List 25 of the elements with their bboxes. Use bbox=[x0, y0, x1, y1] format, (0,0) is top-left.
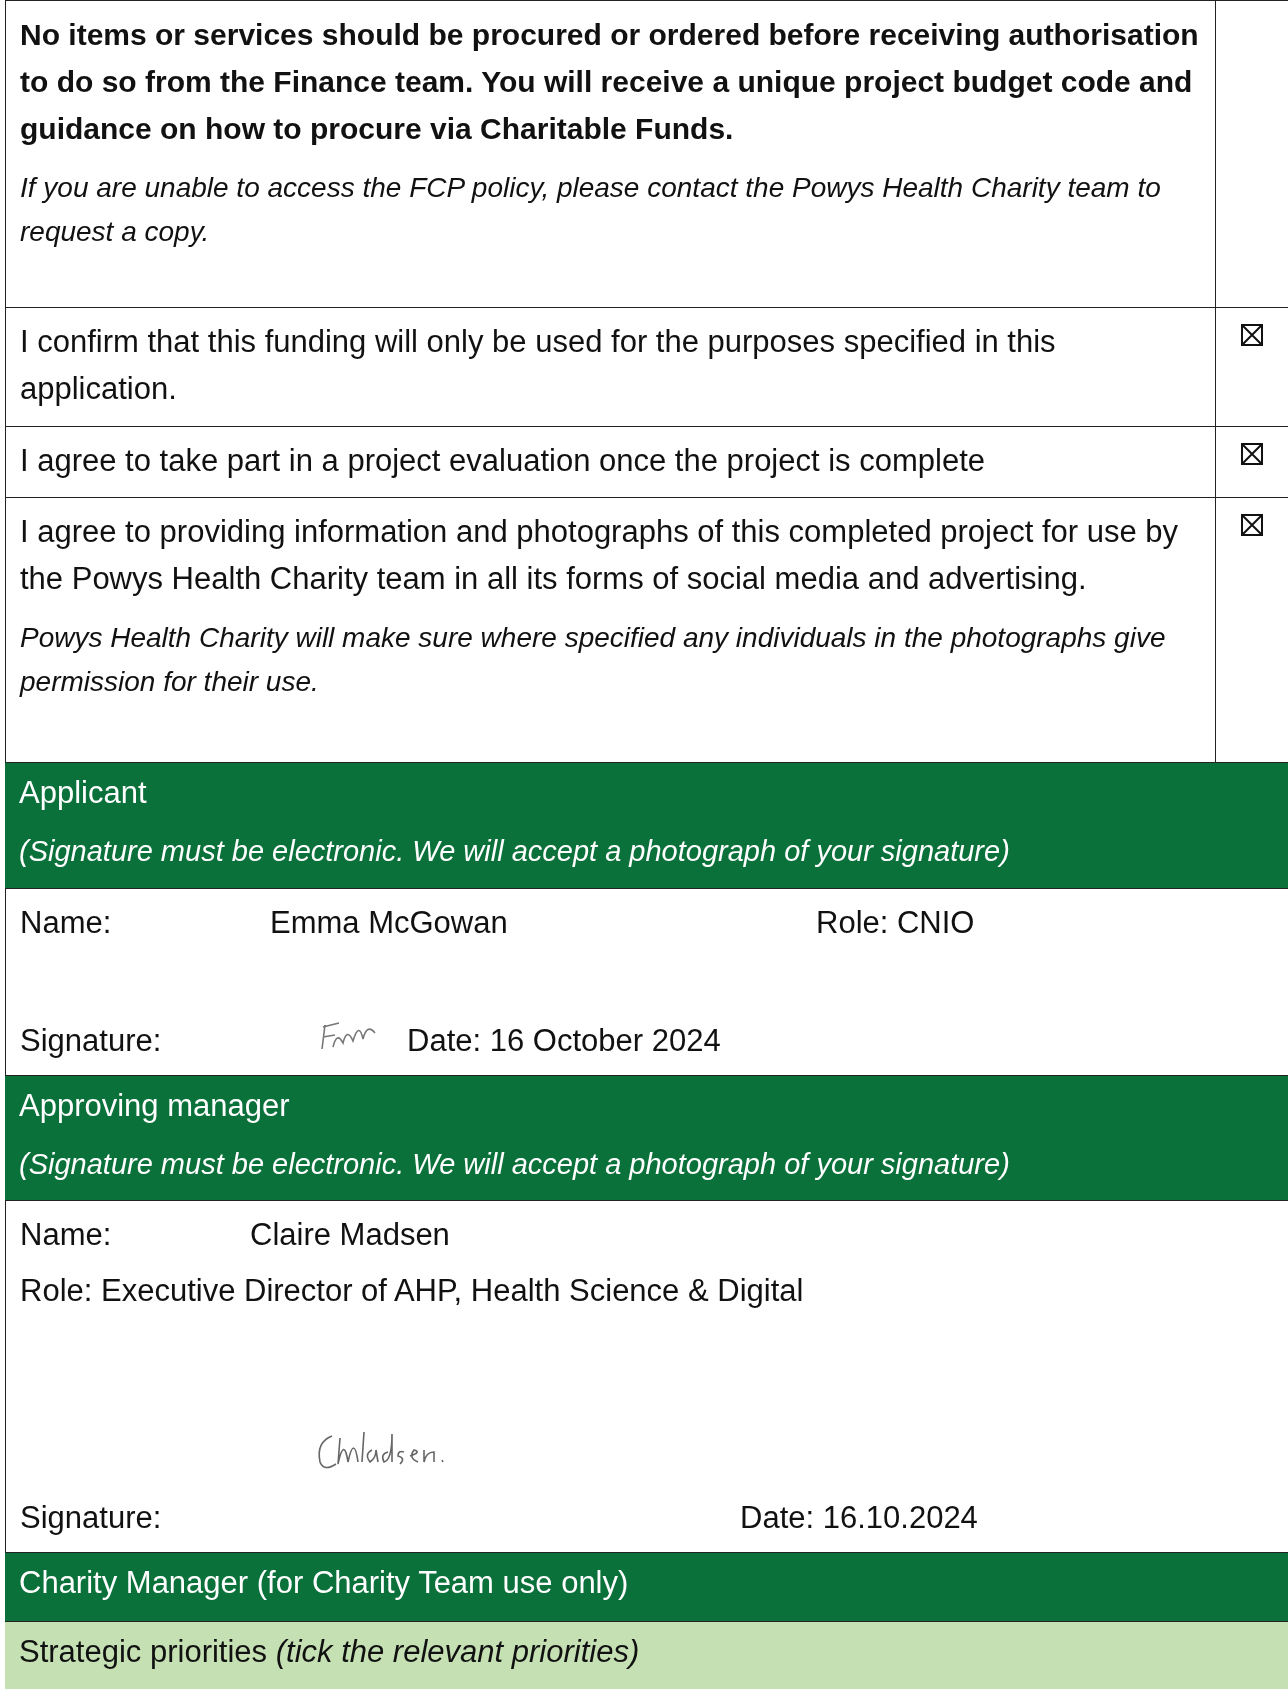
date-text: Date: 16 October 2024 bbox=[407, 1022, 721, 1060]
section-subtitle: (Signature must be electronic. We will accept a photograph of your signature) bbox=[19, 834, 1011, 869]
declaration-text: I confirm that this funding will only be used for the purposes specified in this application. bbox=[20, 323, 1057, 408]
field-label: Name: bbox=[20, 904, 113, 942]
section-title: Strategic priorities (tick the relevant priorities) bbox=[19, 1633, 641, 1671]
checkbox[interactable] bbox=[1241, 443, 1263, 465]
notice-text: No items or services should be procured or ordered before receiving authorisation to do so from the Finance team. You will receive a unique project budget code and guidance on how to procure via Charitable Funds. bbox=[20, 17, 1200, 147]
section-title: Charity Manager (for Charity Team use only) bbox=[19, 1564, 630, 1602]
role-text: Role: Executive Director of AHP, Health Science & Digital bbox=[20, 1272, 804, 1310]
field-label: Name: bbox=[20, 1216, 113, 1254]
section-title: Applicant bbox=[19, 774, 148, 812]
role-text: Role: CNIO bbox=[816, 904, 975, 942]
field-label: Signature: bbox=[20, 1022, 163, 1060]
notice-note: If you are unable to access the FCP policy, please contact the Powys Health Charity team to request a copy. bbox=[20, 171, 1162, 249]
date-text: Date: 16.10.2024 bbox=[740, 1499, 978, 1537]
section-subtitle: (Signature must be electronic. We will accept a photograph of your signature) bbox=[19, 1147, 1011, 1182]
field-value: Claire Madsen bbox=[250, 1216, 450, 1254]
section-title: Approving manager bbox=[19, 1087, 291, 1125]
field-label: Signature: bbox=[20, 1499, 163, 1537]
field-value: Emma McGowan bbox=[270, 904, 509, 942]
declaration-text: I agree to providing information and photographs of this completed project for use by the Powys Health Charity team in all its forms of social media and advertising. bbox=[20, 513, 1180, 598]
checkbox[interactable] bbox=[1241, 324, 1263, 346]
declaration-text: I agree to take part in a project evaluation once the project is complete bbox=[20, 442, 986, 480]
declaration-note: Powys Health Charity will make sure where specified any individuals in the photographs give permission for their use. bbox=[20, 621, 1167, 699]
checkbox[interactable] bbox=[1241, 514, 1263, 536]
